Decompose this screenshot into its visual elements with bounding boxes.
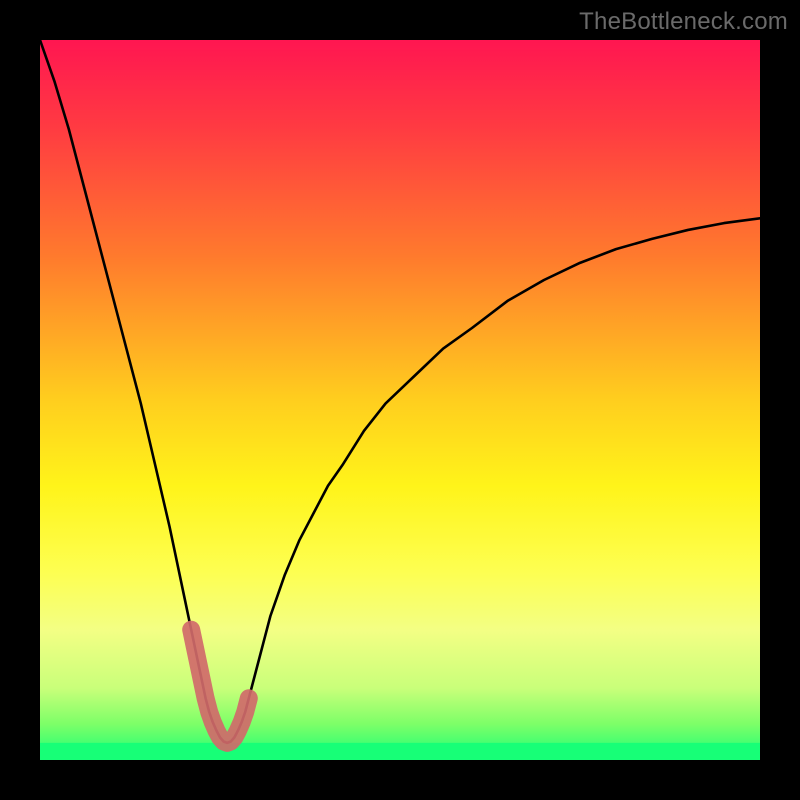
green-band <box>40 743 760 760</box>
plot-area <box>40 40 760 760</box>
gradient-background <box>40 40 760 760</box>
chart-svg <box>40 40 760 760</box>
watermark-text: TheBottleneck.com <box>579 8 788 36</box>
outer-frame: TheBottleneck.com <box>0 0 800 800</box>
